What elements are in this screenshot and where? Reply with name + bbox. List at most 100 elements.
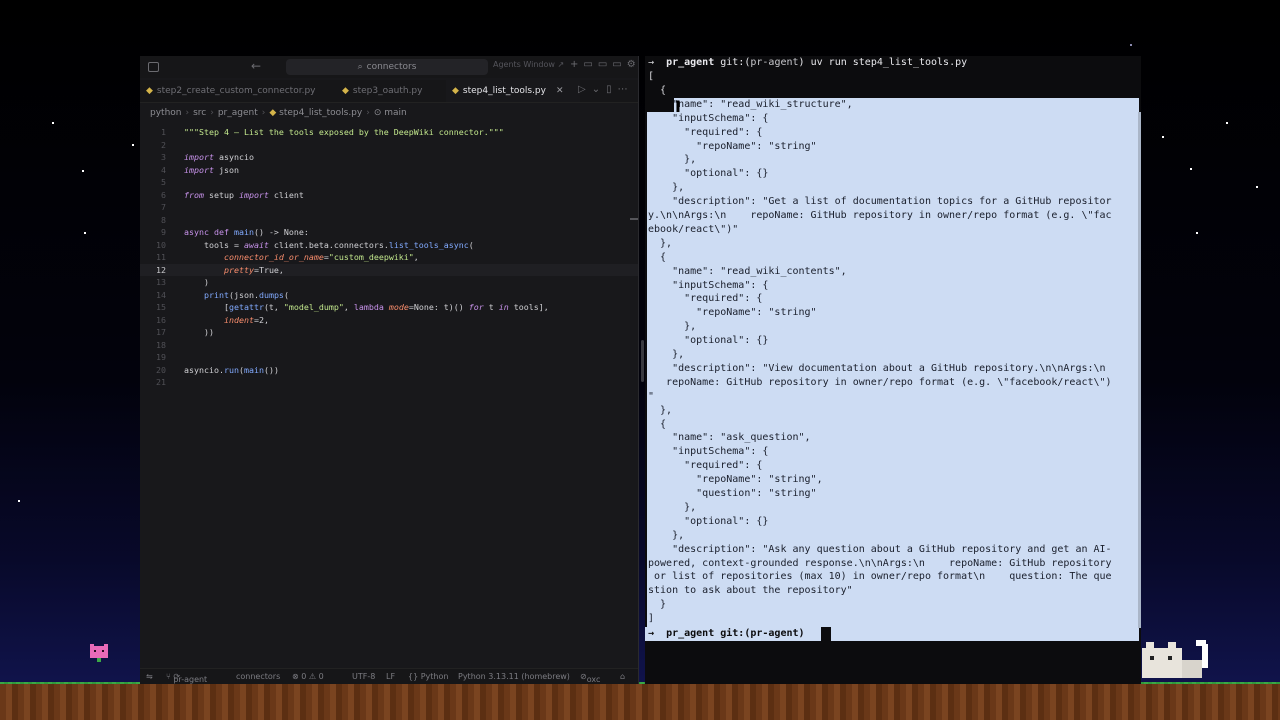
code-line: 6 from setup import client bbox=[140, 189, 638, 201]
line-number: 15 bbox=[156, 302, 166, 312]
close-tab-icon[interactable]: ✕ bbox=[556, 86, 564, 96]
breadcrumb-item[interactable]: step4_list_tools.py bbox=[279, 108, 362, 118]
final-prompt-text: pr_agent git:(pr-agent) bbox=[666, 628, 805, 639]
cursor-gap bbox=[821, 627, 831, 641]
terminal-window[interactable]: → pr_agent git:(pr-agent) uv run step4_l… bbox=[645, 56, 1141, 684]
terminal-scrollbar[interactable] bbox=[1138, 112, 1141, 628]
breadcrumb-item[interactable]: main bbox=[384, 108, 407, 118]
interpreter-indicator[interactable]: Python 3.13.11 (homebrew) bbox=[458, 672, 570, 681]
breadcrumb: python › src › pr_agent › ◆ step4_list_tools.p… bbox=[150, 108, 407, 122]
star bbox=[132, 144, 134, 146]
tab-step3[interactable]: ◆ step3_oauth.py bbox=[342, 80, 442, 102]
agents-window-link[interactable]: Agents Window ↗ bbox=[493, 60, 564, 69]
pixel-cat-icon bbox=[90, 644, 108, 662]
code-line: 2 bbox=[140, 139, 638, 151]
line-number: 21 bbox=[156, 377, 166, 387]
search-icon: ⌕ bbox=[357, 62, 363, 72]
line-number: 18 bbox=[156, 340, 166, 350]
line-number: 3 bbox=[161, 152, 166, 162]
code-line: 15 [getattr(t, "model_dump", lambda mode… bbox=[140, 301, 638, 313]
breadcrumb-item[interactable]: python bbox=[150, 108, 181, 118]
breadcrumb-item[interactable]: pr_agent bbox=[218, 108, 258, 118]
tab-step2[interactable]: ◆ step2_create_custom_connector.py bbox=[146, 80, 332, 102]
tab-step4[interactable]: ◆ step4_list_tools.py ✕ bbox=[446, 80, 580, 102]
command-search-box[interactable]: ⌕ connectors bbox=[286, 59, 488, 75]
split-resize-handle[interactable] bbox=[641, 340, 644, 382]
terminal-command: uv run step4_list_tools.py bbox=[810, 57, 968, 68]
python-file-icon: ◆ bbox=[452, 86, 459, 96]
code-line: 17 )) bbox=[140, 326, 638, 338]
star bbox=[18, 500, 20, 502]
chevron-right-icon: › bbox=[261, 108, 266, 118]
python-file-icon: ◆ bbox=[146, 86, 153, 96]
terminal-output-line: powered, context-grounded response.\n\nA… bbox=[648, 557, 1112, 569]
terminal-output-line: { bbox=[648, 251, 667, 263]
terminal-output-line: "inputSchema": { bbox=[648, 279, 769, 291]
pixel-ground bbox=[0, 684, 1280, 720]
line-number: 11 bbox=[156, 252, 166, 262]
breadcrumb-item[interactable]: src bbox=[193, 108, 206, 118]
prompt-user: pr_agent bbox=[666, 57, 715, 68]
terminal-output-line: }, bbox=[648, 349, 685, 360]
line-number: 17 bbox=[156, 327, 166, 337]
terminal-output-line: }, bbox=[648, 154, 697, 166]
terminal-output-line: "required": { bbox=[648, 293, 763, 305]
problems-indicator[interactable]: ⊗ 0 ⚠ 0 bbox=[292, 672, 324, 681]
code-line: 14 print(json.dumps( bbox=[140, 289, 638, 301]
line-number: 10 bbox=[156, 240, 166, 250]
tab-label: step4_list_tools.py bbox=[462, 86, 546, 96]
python-file-icon: ◆ bbox=[269, 108, 280, 118]
line-number: 7 bbox=[161, 202, 166, 212]
branch-indicator[interactable]: ⑂ pr-agent ⟳ bbox=[166, 672, 207, 684]
code-line-current: 12 pretty=True, bbox=[140, 264, 638, 276]
chevron-right-icon: › bbox=[210, 108, 214, 118]
terminal-output-line: "repoName": "string" bbox=[648, 307, 817, 319]
code-line: 18 bbox=[140, 339, 638, 351]
prompt-arrow-icon: → bbox=[648, 57, 667, 68]
language-indicator[interactable]: {} Python bbox=[408, 672, 448, 681]
terminal-output-line: y.\n\nArgs:\n repoName: GitHub repositor… bbox=[648, 210, 1112, 221]
code-line: 21 bbox=[140, 376, 638, 388]
eol-indicator[interactable]: LF bbox=[386, 672, 395, 681]
line-number: 13 bbox=[156, 277, 166, 287]
terminal-output-line: "repoName": "string" bbox=[648, 140, 817, 152]
line-number: 1 bbox=[161, 127, 166, 137]
star bbox=[1226, 122, 1228, 124]
terminal-output-line: "description": "Get a list of documentat… bbox=[648, 196, 1112, 208]
terminal-output-line: repoName: GitHub repository in owner/rep… bbox=[648, 376, 1112, 388]
line-number: 14 bbox=[156, 290, 166, 300]
terminal-command-line: → pr_agent git:(pr-agent) uv run step4_l… bbox=[648, 56, 967, 70]
code-editor-window: ← ⌕ connectors Agents Window ↗ +▭▭▭⚙ ◆ ste… bbox=[140, 56, 639, 684]
terminal-output-line: }, bbox=[648, 501, 697, 513]
terminal-output-line: }, bbox=[648, 404, 673, 416]
terminal-output-line: "inputSchema": { bbox=[648, 112, 769, 124]
line-number: 8 bbox=[161, 215, 166, 225]
connectors-indicator[interactable]: connectors bbox=[236, 672, 280, 681]
remote-icon[interactable]: ⇋ bbox=[146, 672, 153, 681]
code-line: 7 bbox=[140, 201, 638, 213]
terminal-output-line: { bbox=[648, 84, 667, 96]
code-line: 11 connector_id_or_name="custom_deepwiki… bbox=[140, 251, 638, 263]
bell-icon[interactable]: ⌂ bbox=[620, 672, 625, 681]
back-arrow-icon[interactable]: ← bbox=[251, 59, 261, 73]
code-line: 3 import asyncio bbox=[140, 151, 638, 163]
star bbox=[52, 122, 54, 124]
extra-indicator[interactable]: ⊘ oxc bbox=[580, 672, 600, 684]
sidebar-toggle-icon[interactable] bbox=[148, 62, 159, 72]
encoding-indicator[interactable]: UTF-8 bbox=[352, 672, 375, 681]
line-number: 19 bbox=[156, 352, 166, 362]
code-line: 19 bbox=[140, 351, 638, 363]
code-line: 16 indent=2, bbox=[140, 314, 638, 326]
star bbox=[1190, 168, 1192, 170]
ibeam-cursor-icon: I bbox=[675, 97, 681, 116]
tab-actions-icons[interactable]: ▷⌄▯⋯ bbox=[578, 84, 634, 95]
terminal-output-line: ebook/react\")" bbox=[648, 223, 739, 235]
line-number: 20 bbox=[156, 365, 166, 375]
layout-icons[interactable]: +▭▭▭⚙ bbox=[570, 59, 638, 70]
prompt-arrow-icon: → bbox=[648, 628, 667, 639]
terminal-output-line: { bbox=[648, 418, 667, 430]
terminal-output-line: }, bbox=[648, 529, 685, 541]
chevron-right-icon: › bbox=[185, 108, 190, 118]
terminal-output-line: or list of repositories (max 10) in owne… bbox=[648, 571, 1112, 583]
terminal-output-line: "optional": {} bbox=[648, 515, 769, 527]
